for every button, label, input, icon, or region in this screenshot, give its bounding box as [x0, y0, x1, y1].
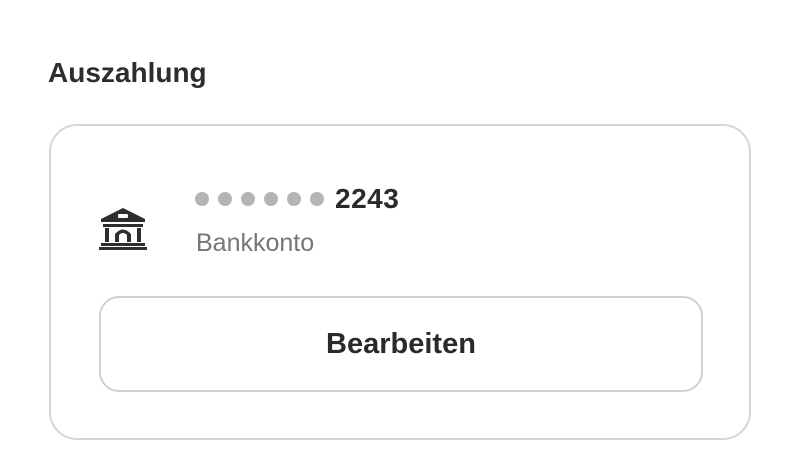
- edit-button[interactable]: Bearbeiten: [99, 296, 703, 392]
- section-title: Auszahlung: [48, 57, 207, 88]
- account-last-digits: 2243: [335, 183, 400, 214]
- mask-dot: [310, 192, 324, 206]
- mask-dot: [218, 192, 232, 206]
- mask-dot: [241, 192, 255, 206]
- account-number-masked: 2243: [195, 182, 399, 216]
- payout-method-card: 2243 Bankkonto Bearbeiten: [49, 124, 751, 440]
- account-type-label: Bankkonto: [196, 229, 315, 257]
- mask-dot: [287, 192, 301, 206]
- mask-dots: [195, 192, 324, 206]
- mask-dot: [195, 192, 209, 206]
- mask-dot: [264, 192, 278, 206]
- bank-icon: [98, 206, 148, 250]
